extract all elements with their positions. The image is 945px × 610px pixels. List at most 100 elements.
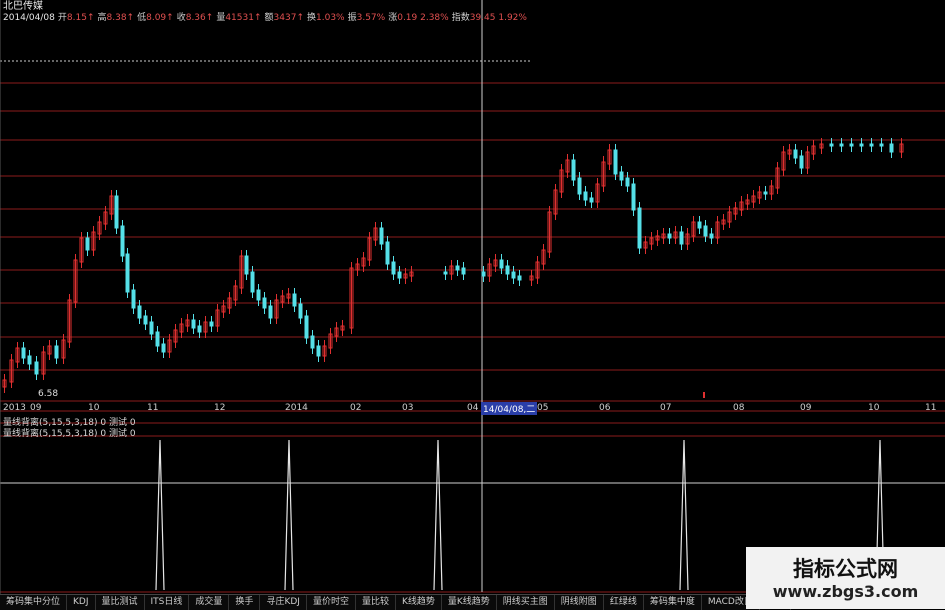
candle-body xyxy=(155,331,160,347)
candle-body xyxy=(869,143,874,147)
candle-body xyxy=(455,265,460,271)
candle-body xyxy=(443,271,448,275)
indicator-tab[interactable]: 量价时空 xyxy=(307,595,356,610)
x-tick-label: 10 xyxy=(868,403,880,413)
indicator-spike xyxy=(433,439,443,591)
indicator-tab[interactable]: 量K线趋势 xyxy=(442,595,497,610)
x-tick-label: 09 xyxy=(800,403,812,413)
candle-body xyxy=(391,261,396,275)
candle-body xyxy=(511,271,516,279)
stock-title: 北巴传媒 xyxy=(3,1,43,12)
candle-body xyxy=(481,271,486,277)
candle-body xyxy=(256,289,261,301)
indicator-tab[interactable]: ITS日线 xyxy=(145,595,190,610)
candle-body xyxy=(85,237,90,251)
indicator-spike xyxy=(284,439,294,591)
quote-item: 量41531↑ xyxy=(216,13,262,23)
candle-body xyxy=(292,293,297,307)
candle-body xyxy=(793,149,798,159)
x-tick-label: 05 xyxy=(537,403,549,413)
indicator-tab[interactable]: KDJ xyxy=(67,595,96,610)
candle-body xyxy=(397,271,402,279)
candle-body xyxy=(34,361,39,375)
candle-body xyxy=(143,315,148,325)
candle-body xyxy=(637,207,642,249)
candle-body xyxy=(799,155,804,169)
candle-body xyxy=(137,305,142,319)
candle-body xyxy=(316,345,321,357)
x-tick-label: 2013 xyxy=(3,403,26,413)
candle-body xyxy=(859,143,864,147)
candle-body xyxy=(709,233,714,239)
candle-body xyxy=(829,143,834,147)
candle-body xyxy=(310,335,315,349)
indicator-tab[interactable]: 换手 xyxy=(229,595,261,610)
quote-date: 2014/04/08 xyxy=(3,13,55,23)
quote-item: 指数39.45 1.92% xyxy=(451,13,527,23)
candle-body xyxy=(889,143,894,153)
watermark-title: 指标公式网 xyxy=(793,557,898,581)
candle-body xyxy=(589,197,594,203)
quote-item: 额3437↑ xyxy=(264,13,304,23)
indicator-tab[interactable]: 阴线附图 xyxy=(555,595,604,610)
candle-body xyxy=(703,225,708,237)
indicator-tab-bar: 筹码集中分位 KDJ 量比测试 ITS日线 成交量 换手 寻庄KDJ 量价时空 量比较 K线趋势量… xyxy=(0,594,791,610)
candle-body xyxy=(149,321,154,335)
candle-body xyxy=(499,259,504,269)
watermark-url: www.zbgs3.com xyxy=(772,582,919,601)
candle-body xyxy=(631,183,636,211)
candle-body xyxy=(613,149,618,175)
candle-body xyxy=(120,225,125,257)
x-tick-label: 11 xyxy=(925,403,937,413)
candle-body xyxy=(304,315,309,339)
quote-item: 高8.38↑ xyxy=(97,13,135,23)
candle-body xyxy=(379,227,384,245)
x-tick-label: 08 xyxy=(733,403,745,413)
candle-body xyxy=(244,255,249,275)
quote-item: 涨0.19 2.38% xyxy=(388,13,449,23)
candle-body xyxy=(161,343,166,353)
indicator-tab[interactable]: 筹码集中分位 xyxy=(0,595,68,610)
candle-body xyxy=(577,177,582,195)
candle-body xyxy=(268,305,273,319)
indicator-tab[interactable]: K线趋势 xyxy=(396,595,442,610)
candle-body xyxy=(298,303,303,319)
candle-body xyxy=(250,271,255,293)
quote-info-bar: 2014/04/08 开8.15↑ 高8.38↑ 低8.09↑ 收8.36↑ 量41531… xyxy=(3,13,530,24)
indicator-tab[interactable]: 红绿线 xyxy=(604,595,644,610)
indicator-tab[interactable]: 量比较 xyxy=(356,595,396,610)
signal-marker xyxy=(703,392,705,398)
quote-item: 开8.15↑ xyxy=(57,13,95,23)
x-tick-label: 04 xyxy=(467,403,479,413)
candle-body xyxy=(262,297,267,309)
candle-body xyxy=(667,233,672,239)
x-tick-label: 10 xyxy=(88,403,100,413)
chart-canvas[interactable] xyxy=(0,0,945,609)
quote-item: 低8.09↑ xyxy=(137,13,174,23)
candle-body xyxy=(505,265,510,275)
candle-body xyxy=(571,159,576,181)
candle-body xyxy=(763,191,768,195)
x-tick-label: 06 xyxy=(599,403,611,413)
x-tick-label: 07 xyxy=(660,403,672,413)
low-price-label: 6.58 xyxy=(38,389,59,399)
x-tick-label: 11 xyxy=(147,403,159,413)
watermark: 指标公式网 www.zbgs3.com xyxy=(746,547,945,609)
quote-item: 收8.36↑ xyxy=(176,13,214,23)
indicator-tab[interactable]: 阴线买主图 xyxy=(497,595,555,610)
candle-body xyxy=(461,267,466,275)
indicator-tab[interactable]: 成交量 xyxy=(189,595,230,610)
indicator-tab[interactable]: 寻庄KDJ xyxy=(260,595,307,610)
quote-item: 换1.03% xyxy=(306,13,345,23)
candle-body xyxy=(879,143,884,147)
indicator-tab[interactable]: 量比测试 xyxy=(96,595,145,610)
x-tick-label: 2014 xyxy=(285,403,308,413)
candle-body xyxy=(191,319,196,329)
candle-body xyxy=(583,191,588,201)
indicator-legend-2: 量线背离(5,15,5,3,18) 0 测试 0 xyxy=(3,429,136,439)
x-tick-label: 02 xyxy=(350,403,362,413)
candle-body xyxy=(619,171,624,181)
indicator-tab[interactable]: 筹码集中度 xyxy=(644,595,702,610)
candle-body xyxy=(27,355,32,365)
candle-body xyxy=(209,321,214,327)
